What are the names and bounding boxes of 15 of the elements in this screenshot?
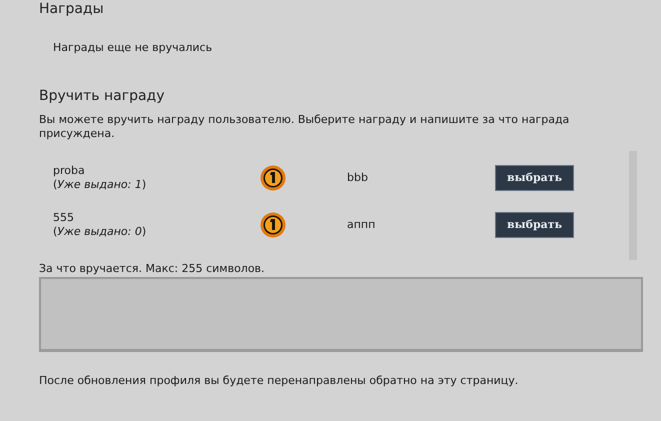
empty-message: Награды еще не вручались <box>53 41 212 54</box>
select-button[interactable]: выбрать <box>495 164 574 190</box>
section-title: Вручить награду <box>39 87 166 105</box>
select-button[interactable]: выбрать <box>495 212 574 238</box>
award-description: bbb <box>347 171 369 184</box>
section-title: Награды <box>39 0 105 18</box>
award-description: аппп <box>347 218 376 231</box>
intro-text: Вы можете вручить награду пользователю. Выберите награду и напишите за что награда присуждена. <box>39 113 570 141</box>
medal-icon <box>260 164 286 190</box>
medal-icon <box>260 212 286 238</box>
field-label: За что вручается. Макс: 255 символов. <box>39 262 265 275</box>
award-name: 555 (Уже выдано: 0) <box>53 210 148 238</box>
reason-field[interactable] <box>39 277 643 352</box>
footer-note: После обновления профиля вы будете перенаправлены обратно на эту страницу. <box>39 374 518 387</box>
award-name: proba (Уже выдано: 1) <box>53 164 148 192</box>
